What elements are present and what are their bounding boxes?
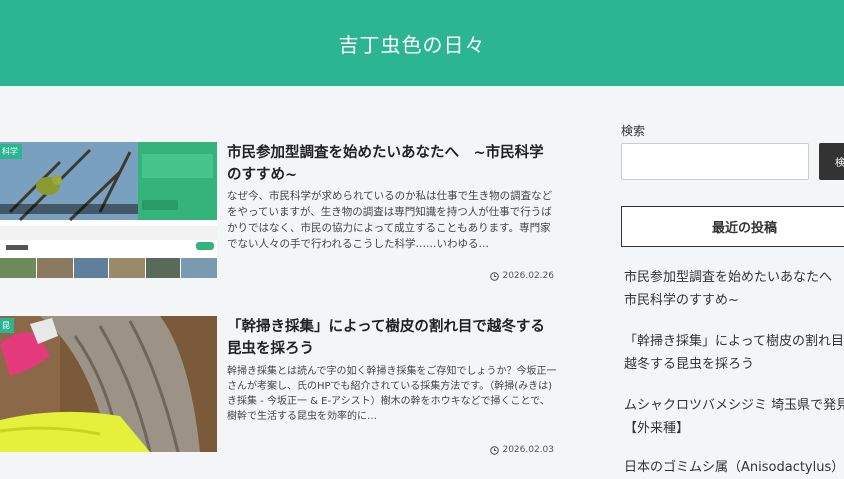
clock-icon: [490, 445, 500, 455]
search-button[interactable]: 検: [819, 143, 844, 180]
post-thumbnail[interactable]: 科学: [0, 142, 217, 278]
recent-post-link[interactable]: ムシャクロツバメシジミ 埼玉県で発見【外来種】: [624, 394, 844, 440]
post-date: 2026.02.26: [490, 271, 554, 281]
recent-post-link[interactable]: 日本のゴミムシ属（Anisodactylus）: [624, 456, 844, 479]
post-date: 2026.02.03: [490, 445, 554, 455]
recent-posts-heading: 最近の投稿: [621, 206, 844, 247]
recent-post-title: 「幹掃き採集」によって樹皮の割れ目で越冬する昆虫を採ろう: [624, 334, 844, 372]
site-header: 吉丁虫色の日々: [0, 0, 844, 86]
post-excerpt: 幹掃き採集とは読んで字の如く幹掃き採集をご存知でしょうか？今坂正一さんが考案し、…: [227, 366, 557, 422]
search-input[interactable]: [621, 143, 809, 180]
recent-post-title: 市民参加型調査を始めたいあなたへ ~市民科学のすすめ~: [624, 270, 844, 308]
category-badge: 科学: [0, 144, 22, 159]
recent-post-link[interactable]: 市民参加型調査を始めたいあなたへ ~市民科学のすすめ~: [624, 266, 844, 312]
recent-post-link[interactable]: 「幹掃き採集」によって樹皮の割れ目で越冬する昆虫を採ろう: [624, 330, 844, 376]
post-excerpt: なぜ今、市民科学が求められているのか私は仕事で生き物の調査などをやっていますが、…: [227, 190, 553, 250]
search-label: 検索: [621, 124, 646, 138]
post-title[interactable]: 市民参加型調査を始めたいあなたへ ~市民科学のすすめ~: [227, 142, 557, 186]
thumbnail-image: [0, 316, 217, 452]
post-date-text: 2026.02.26: [502, 271, 554, 281]
clock-icon: [490, 271, 500, 281]
post-title[interactable]: 「幹掃き採集」によって樹皮の割れ目で越冬する昆虫を採ろう: [227, 316, 557, 360]
post-thumbnail[interactable]: 昆: [0, 316, 217, 452]
recent-post-title: ムシャクロツバメシジミ 埼玉県で発見【外来種】: [624, 398, 844, 436]
thumbnail-image: [0, 142, 217, 278]
post-date-text: 2026.02.03: [502, 445, 554, 455]
site-title[interactable]: 吉丁虫色の日々: [339, 29, 486, 58]
recent-post-title: 日本のゴミムシ属（Anisodactylus）: [624, 460, 844, 475]
category-badge: 昆: [0, 318, 14, 333]
